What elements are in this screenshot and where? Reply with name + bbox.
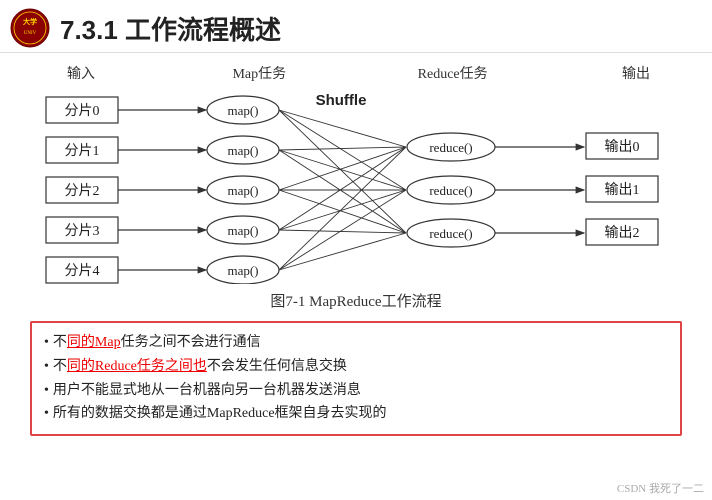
svg-text:reduce(): reduce() — [429, 140, 472, 155]
bullet-item-3: • 用户不能显式地从一台机器向另一台机器发送消息 — [44, 379, 668, 403]
bullet-text-1: 不同的Map任务之间不会进行通信 — [53, 331, 261, 355]
svg-text:Shuffle: Shuffle — [316, 92, 367, 109]
svg-text:UNIV: UNIV — [24, 31, 37, 36]
svg-text:分片0: 分片0 — [65, 103, 100, 119]
svg-text:reduce(): reduce() — [429, 226, 472, 241]
svg-text:分片3: 分片3 — [65, 223, 100, 239]
bullet-dot-1: • — [44, 331, 49, 355]
svg-text:map(): map() — [227, 103, 258, 118]
highlight-2: 同的Reduce任务之间也 — [67, 359, 207, 374]
diagram-container: 输入 Map任务 Reduce任务 输出 分片0 分片1 分片2 分片3 分片4 — [31, 63, 681, 311]
col-label-map: Map任务 — [214, 63, 304, 83]
mapreduce-diagram: 分片0 分片1 分片2 分片3 分片4 map() map() — [36, 89, 676, 284]
bullet-item-1: • 不同的Map任务之间不会进行通信 — [44, 331, 668, 355]
bullet-text-4: 所有的数据交换都是通过MapReduce框架自身去实现的 — [53, 402, 387, 426]
col-label-output: 输出 — [601, 63, 671, 83]
svg-text:map(): map() — [227, 143, 258, 158]
main-content: 输入 Map任务 Reduce任务 输出 分片0 分片1 分片2 分片3 分片4 — [0, 53, 712, 446]
bullet-text-3: 用户不能显式地从一台机器向另一台机器发送消息 — [53, 379, 361, 403]
diagram-caption: 图7-1 MapReduce工作流程 — [31, 290, 681, 311]
svg-text:分片4: 分片4 — [65, 263, 100, 279]
svg-text:reduce(): reduce() — [429, 183, 472, 198]
bullet-item-4: • 所有的数据交换都是通过MapReduce框架自身去实现的 — [44, 402, 668, 426]
bullet-dot-3: • — [44, 379, 49, 403]
page-title: 7.3.1 工作流程概述 — [60, 10, 281, 47]
logo-icon: 大学 UNIV — [10, 8, 50, 48]
svg-text:map(): map() — [227, 183, 258, 198]
column-labels: 输入 Map任务 Reduce任务 输出 — [31, 63, 681, 83]
svg-text:大学: 大学 — [23, 17, 37, 26]
svg-text:map(): map() — [227, 223, 258, 238]
svg-text:输出1: 输出1 — [605, 182, 640, 198]
watermark: CSDN 我死了一二 — [617, 480, 704, 496]
bullet-item-2: • 不同的Reduce任务之间也不会发生任何信息交换 — [44, 355, 668, 379]
svg-text:map(): map() — [227, 263, 258, 278]
bullets-box: • 不同的Map任务之间不会进行通信 • 不同的Reduce任务之间也不会发生任… — [30, 321, 682, 436]
svg-text:输出0: 输出0 — [605, 139, 640, 155]
highlight-1: 同的Map — [67, 335, 121, 350]
bullet-text-2: 不同的Reduce任务之间也不会发生任何信息交换 — [53, 355, 347, 379]
bullet-dot-2: • — [44, 355, 49, 379]
svg-text:输出2: 输出2 — [605, 225, 640, 241]
svg-text:分片2: 分片2 — [65, 183, 100, 199]
svg-text:分片1: 分片1 — [65, 143, 100, 159]
header: 大学 UNIV 7.3.1 工作流程概述 — [0, 0, 712, 53]
col-label-reduce: Reduce任务 — [398, 63, 508, 83]
col-label-input: 输入 — [41, 63, 121, 83]
bullet-dot-4: • — [44, 402, 49, 426]
